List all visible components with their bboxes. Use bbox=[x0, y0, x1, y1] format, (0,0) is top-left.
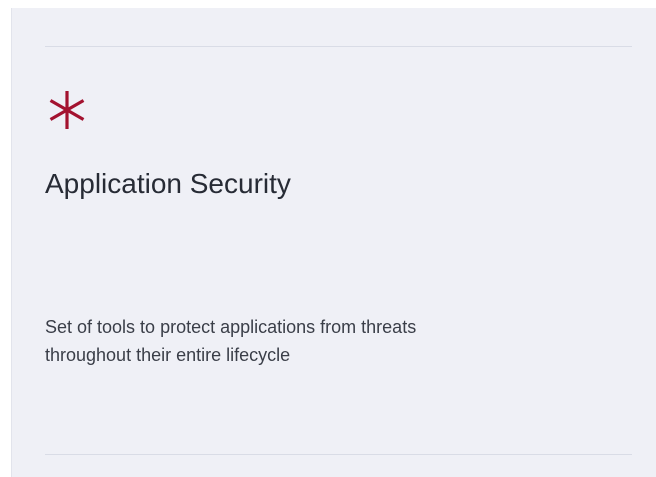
page: Application Security Set of tools to pro… bbox=[0, 0, 656, 477]
card-bottom-divider bbox=[45, 454, 632, 455]
card-title: Application Security bbox=[45, 168, 291, 199]
asterisk-icon bbox=[45, 88, 89, 132]
feature-card[interactable]: Application Security Set of tools to pro… bbox=[11, 8, 656, 477]
card-description: Set of tools to protect applications fro… bbox=[45, 317, 417, 365]
card-top-divider bbox=[45, 46, 632, 47]
